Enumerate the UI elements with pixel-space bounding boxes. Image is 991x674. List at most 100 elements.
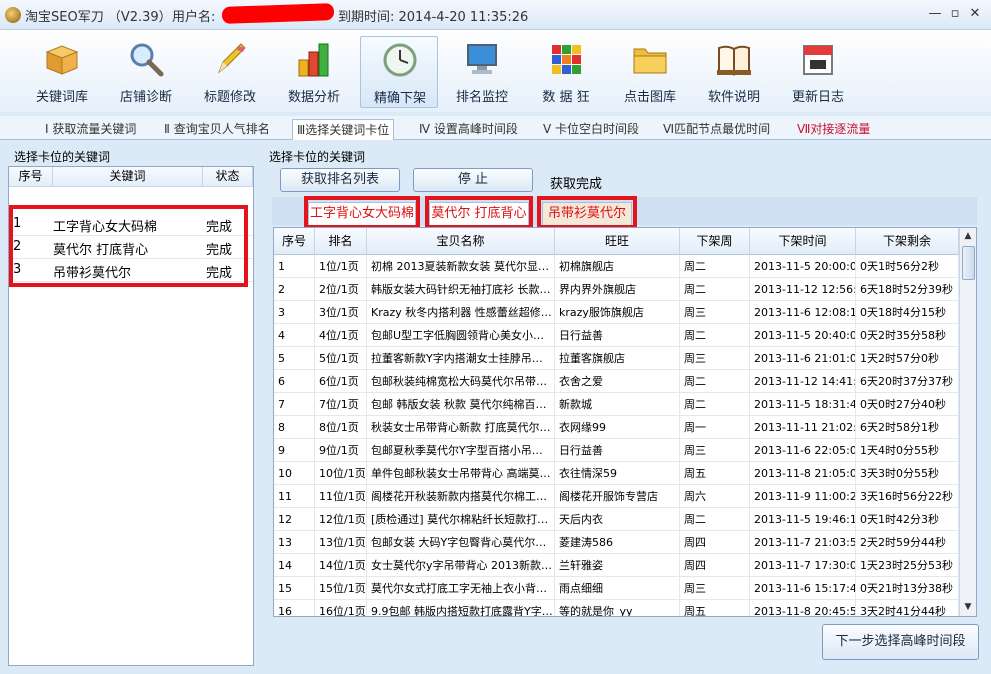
row-wangwang: 衣网缘99: [555, 416, 680, 439]
row-delist-time: 2013-11-5 20:00:00: [750, 255, 856, 278]
table-row[interactable]: 7 7位/1页 包邮 韩版女装 秋款 莫代尔纯棉百… 新款城 周二 2013-11-5 1…: [274, 393, 959, 416]
toolbar-label: 精确下架: [373, 91, 426, 106]
expiry-time: 到期时间: 2014-4-20 11:35:26: [338, 10, 529, 25]
table-row[interactable]: 1 1位/1页 初棉 2013夏装新款女装 莫代尔显… 初棉旗舰店 周二 2013-11-…: [274, 255, 959, 278]
scroll-down-arrow-icon[interactable]: ▼: [960, 599, 976, 615]
row-index: 8: [274, 416, 315, 439]
toolbar-data-analysis[interactable]: 数据分析: [275, 36, 353, 108]
row-index: 3: [274, 301, 315, 324]
toolbar-title-edit[interactable]: 标题修改: [191, 36, 269, 108]
row-delist-time: 2013-11-5 20:40:00: [750, 324, 856, 347]
row-delist-time: 2013-11-12 14:41:…: [750, 370, 856, 393]
table-row[interactable]: 15 15位/1页 莫代尔女式打底工字无袖上衣小背… 雨点细细 周三 2013-11-6 …: [274, 577, 959, 600]
table-row[interactable]: 4 4位/1页 包邮U型工字低胸圆领背心美女小… 日行益善 周二 2013-11-5 20…: [274, 324, 959, 347]
row-delist-remaining: 3天2时41分44秒: [856, 600, 959, 616]
column-header-rank[interactable]: 排名: [315, 228, 367, 255]
row-delist-remaining: 6天20时37分37秒: [856, 370, 959, 393]
column-header-index[interactable]: 序号: [274, 228, 315, 255]
column-header-index[interactable]: 序号: [9, 167, 53, 187]
toolbar-data-crazy[interactable]: 数 据 狂: [527, 36, 605, 108]
row-delist-day: 周三: [680, 439, 750, 462]
table-row[interactable]: 13 13位/1页 包邮女装 大码Y字包臀背心莫代尔… 菱建涛586 周四 2013-11…: [274, 531, 959, 554]
row-delist-remaining: 0天0时27分40秒: [856, 393, 959, 416]
main-toolbar: 关键词库 店铺诊断 标题修改 数据分析 精确下架 排名监控 数 据 狂 点击图库…: [0, 30, 991, 112]
tab-step-4[interactable]: Ⅳ 设置高峰时间段: [419, 119, 518, 140]
tab-step-5[interactable]: Ⅴ 卡位空白时间段: [543, 119, 639, 140]
row-delist-day: 周四: [680, 554, 750, 577]
toolbar-click-gallery[interactable]: 点击图库: [611, 36, 689, 108]
column-header-delist-day[interactable]: 下架周: [680, 228, 750, 255]
table-row[interactable]: 9 9位/1页 包邮夏秋季莫代尔Y字型百搭小吊… 日行益善 周三 2013-11-6 22…: [274, 439, 959, 462]
row-item-name: 包邮夏秋季莫代尔Y字型百搭小吊…: [367, 439, 555, 462]
toolbar-software-guide[interactable]: 软件说明: [695, 36, 773, 108]
row-wangwang: 等的就是你_yy: [555, 600, 680, 616]
column-header-item-name[interactable]: 宝贝名称: [367, 228, 555, 255]
row-item-name: 莫代尔女式打底工字无袖上衣小背…: [367, 577, 555, 600]
redacted-username: [221, 3, 335, 24]
tab-step-1[interactable]: Ⅰ 获取流量关键词: [45, 119, 136, 140]
row-wangwang: krazy服饰旗舰店: [555, 301, 680, 324]
get-rank-list-button[interactable]: 获取排名列表: [280, 168, 400, 192]
table-row[interactable]: 14 14位/1页 女士莫代尔y字吊带背心 2013新款… 兰轩雅姿 周四 2013-11…: [274, 554, 959, 577]
row-index: 6: [274, 370, 315, 393]
minimize-button[interactable]: —: [926, 6, 944, 22]
row-delist-remaining: 2天2时59分44秒: [856, 531, 959, 554]
column-header-delist-remaining[interactable]: 下架剩余: [856, 228, 959, 255]
left-panel-title: 选择卡位的关键词: [14, 150, 111, 164]
scroll-thumb[interactable]: [962, 246, 975, 280]
row-item-name: 包邮女装 大码Y字包臀背心莫代尔…: [367, 531, 555, 554]
highlight-box: [304, 196, 420, 229]
row-rank: 10位/1页: [315, 462, 367, 485]
restore-button[interactable]: ▫: [946, 6, 964, 22]
table-row[interactable]: 12 12位/1页 [质检通过] 莫代尔棉粘纤长短款打… 天后内衣 周二 2013-11-…: [274, 508, 959, 531]
table-row[interactable]: 2 2位/1页 韩版女装大码针织无袖打底衫 长款… 界内界外旗舰店 周二 2013-11-…: [274, 278, 959, 301]
row-rank: 6位/1页: [315, 370, 367, 393]
row-delist-remaining: 3天3时0分55秒: [856, 462, 959, 485]
table-row[interactable]: 3 3位/1页 Krazy 秋冬内搭利器 性感蕾丝超修… krazy服饰旗舰店 周三 20…: [274, 301, 959, 324]
row-index: 1: [274, 255, 315, 278]
tab-step-2[interactable]: Ⅱ 查询宝贝人气排名: [164, 119, 270, 140]
row-rank: 5位/1页: [315, 347, 367, 370]
row-rank: 8位/1页: [315, 416, 367, 439]
book-icon: [717, 45, 751, 76]
table-row[interactable]: 6 6位/1页 包邮秋装纯棉宽松大码莫代尔吊带… 衣舍之爱 周二 2013-11-12 1…: [274, 370, 959, 393]
table-row[interactable]: 10 10位/1页 单件包邮秋装女士吊带背心 高端莫… 衣往情深59 周五 2013-11…: [274, 462, 959, 485]
highlight-box: [9, 205, 248, 287]
row-item-name: 女士莫代尔y字吊带背心 2013新款…: [367, 554, 555, 577]
scroll-up-arrow-icon[interactable]: ▲: [960, 228, 976, 244]
row-wangwang: 日行益善: [555, 324, 680, 347]
toolbar-precise-delist[interactable]: 精确下架: [360, 36, 438, 108]
row-rank: 15位/1页: [315, 577, 367, 600]
toolbar-keyword-library[interactable]: 关键词库: [23, 36, 101, 108]
column-header-wangwang[interactable]: 旺旺: [555, 228, 680, 255]
row-item-name: 阁楼花开秋装新款内搭莫代尔棉工…: [367, 485, 555, 508]
row-delist-day: 周二: [680, 324, 750, 347]
tab-step-7[interactable]: Ⅶ对接逐流量: [797, 119, 870, 140]
toolbar-label: 排名监控: [455, 90, 508, 105]
table-row[interactable]: 11 11位/1页 阁楼花开秋装新款内搭莫代尔棉工… 阁楼花开服饰专营店 周六 2013-…: [274, 485, 959, 508]
vertical-scrollbar[interactable]: ▲ ▼: [959, 228, 976, 616]
column-header-keyword[interactable]: 关键词: [53, 167, 203, 187]
table-row[interactable]: 5 5位/1页 拉董客新款Y字内搭潮女士挂脖吊… 拉董客旗舰店 周三 2013-11-6 …: [274, 347, 959, 370]
toolbar-update-log[interactable]: 更新日志: [779, 36, 857, 108]
tab-step-6[interactable]: Ⅵ匹配节点最优时间: [663, 119, 770, 140]
stop-button[interactable]: 停 止: [413, 168, 533, 192]
next-step-button[interactable]: 下一步选择高峰时间段: [822, 624, 979, 660]
tab-step-3[interactable]: Ⅲ选择关键词卡位: [292, 119, 395, 140]
row-rank: 13位/1页: [315, 531, 367, 554]
table-row[interactable]: 16 16位/1页 9.9包邮 韩版内搭短款打底露背Y字… 等的就是你_yy 周五 201…: [274, 600, 959, 616]
toolbar-rank-monitor[interactable]: 排名监控: [443, 36, 521, 108]
row-delist-remaining: 0天1时42分3秒: [856, 508, 959, 531]
toolbar-shop-diagnosis[interactable]: 店铺诊断: [107, 36, 185, 108]
row-rank: 14位/1页: [315, 554, 367, 577]
column-header-status[interactable]: 状态: [203, 167, 253, 187]
column-header-delist-time[interactable]: 下架时间: [750, 228, 856, 255]
clock-icon: [383, 43, 417, 77]
row-delist-day: 周二: [680, 370, 750, 393]
row-item-name: 单件包邮秋装女士吊带背心 高端莫…: [367, 462, 555, 485]
table-row[interactable]: 8 8位/1页 秋装女士吊带背心新款 打底莫代尔… 衣网缘99 周一 2013-11-11…: [274, 416, 959, 439]
row-delist-day: 周二: [680, 278, 750, 301]
row-delist-time: 2013-11-7 21:03:51: [750, 531, 856, 554]
row-delist-remaining: 6天2时58分1秒: [856, 416, 959, 439]
close-button[interactable]: ✕: [966, 6, 984, 22]
